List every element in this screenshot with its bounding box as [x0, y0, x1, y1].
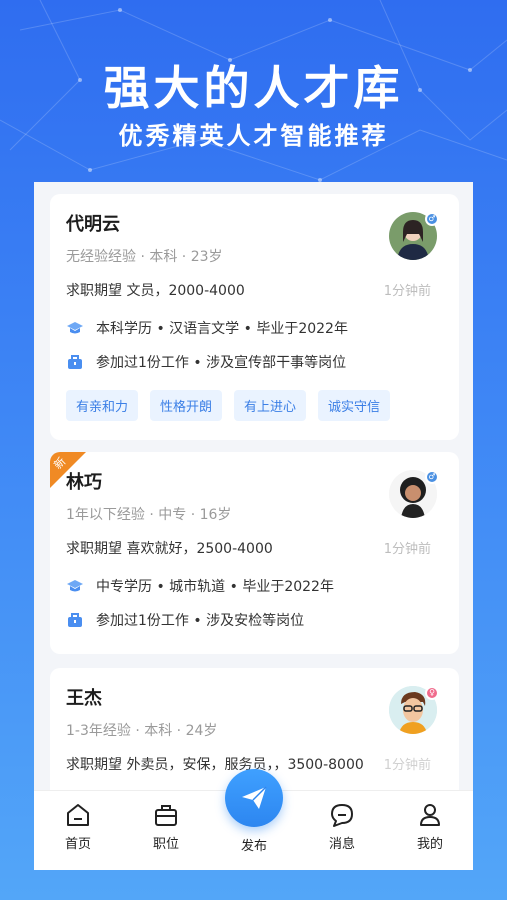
education-row: 中专学历 • 城市轨道 • 毕业于2022年 [66, 576, 334, 596]
tab-label: 消息 [328, 837, 355, 852]
hero-title: 强大的人才库 [103, 61, 404, 115]
app-screen: 代明云 无经验经验 · 本科 · 23岁 求职期望 文员，2000-4000 1… [34, 182, 473, 870]
candidate-card[interactable]: 代明云 无经验经验 · 本科 · 23岁 求职期望 文员，2000-4000 1… [50, 194, 459, 440]
tab-label: 我的 [416, 837, 443, 852]
tab-profile[interactable]: 我的 [400, 801, 460, 852]
skill-tag: 有亲和力 [66, 390, 139, 421]
work-text: 参加过1份工作 • 涉及宣传部干事等岗位 [96, 355, 347, 371]
candidate-meta: 1-3年经验 · 本科 · 24岁 [66, 723, 218, 739]
tab-label: 职位 [152, 837, 179, 852]
tab-home[interactable]: 首页 [48, 801, 108, 852]
chat-icon [331, 804, 353, 827]
work-row: 参加过1份工作 • 涉及宣传部干事等岗位 [66, 352, 346, 372]
skill-tag: 性格开朗 [150, 390, 223, 421]
candidate-expectation: 求职期望 喜欢就好，2500-4000 [66, 541, 273, 557]
graduation-cap-icon [66, 577, 84, 595]
work-row: 参加过1份工作 • 涉及安检等岗位 [66, 610, 304, 630]
candidate-active-time: 1分钟前 [383, 758, 431, 773]
tag-list: 有亲和力 性格开朗 有上进心 诚实守信 [66, 390, 391, 421]
candidate-name: 代明云 [66, 214, 120, 235]
education-text: 本科学历 • 汉语言文学 • 毕业于2022年 [96, 321, 348, 337]
candidate-active-time: 1分钟前 [383, 284, 431, 299]
male-gender-icon: ♂ [425, 212, 439, 226]
tab-label: 发布 [240, 839, 267, 854]
education-row: 本科学历 • 汉语言文学 • 毕业于2022年 [66, 318, 348, 338]
candidate-name: 林巧 [66, 472, 102, 493]
briefcase-icon [66, 611, 84, 629]
user-icon [420, 804, 440, 826]
publish-button[interactable] [225, 769, 283, 827]
bottom-tab-bar: 首页 职位 发布 消息 我的 [34, 769, 473, 870]
graduation-cap-icon [66, 319, 84, 337]
candidate-expectation: 求职期望 文员，2000-4000 [66, 283, 245, 299]
candidate-card[interactable]: 新 林巧 1年以下经验 · 中专 · 16岁 求职期望 喜欢就好，2500-40… [50, 452, 459, 654]
candidate-expectation: 求职期望 外卖员，安保，服务员，，3500-8000 [66, 757, 364, 773]
skill-tag: 有上进心 [234, 390, 307, 421]
female-gender-icon: ♀ [425, 686, 439, 700]
paper-plane-icon [242, 786, 267, 809]
tab-jobs[interactable]: 职位 [136, 801, 196, 852]
briefcase-icon [155, 805, 177, 826]
work-text: 参加过1份工作 • 涉及安检等岗位 [96, 613, 305, 629]
skill-tag: 诚实守信 [318, 390, 391, 421]
candidate-meta: 无经验经验 · 本科 · 23岁 [66, 249, 223, 265]
candidate-active-time: 1分钟前 [383, 542, 431, 557]
candidate-meta: 1年以下经验 · 中专 · 16岁 [66, 507, 232, 523]
education-text: 中专学历 • 城市轨道 • 毕业于2022年 [96, 579, 334, 595]
tab-label: 首页 [64, 837, 91, 852]
briefcase-icon [66, 353, 84, 371]
tab-messages[interactable]: 消息 [312, 801, 372, 852]
candidate-name: 王杰 [66, 688, 102, 709]
home-icon [67, 804, 89, 826]
male-gender-icon: ♂ [425, 470, 439, 484]
hero-subtitle: 优秀精英人才智能推荐 [118, 122, 389, 150]
